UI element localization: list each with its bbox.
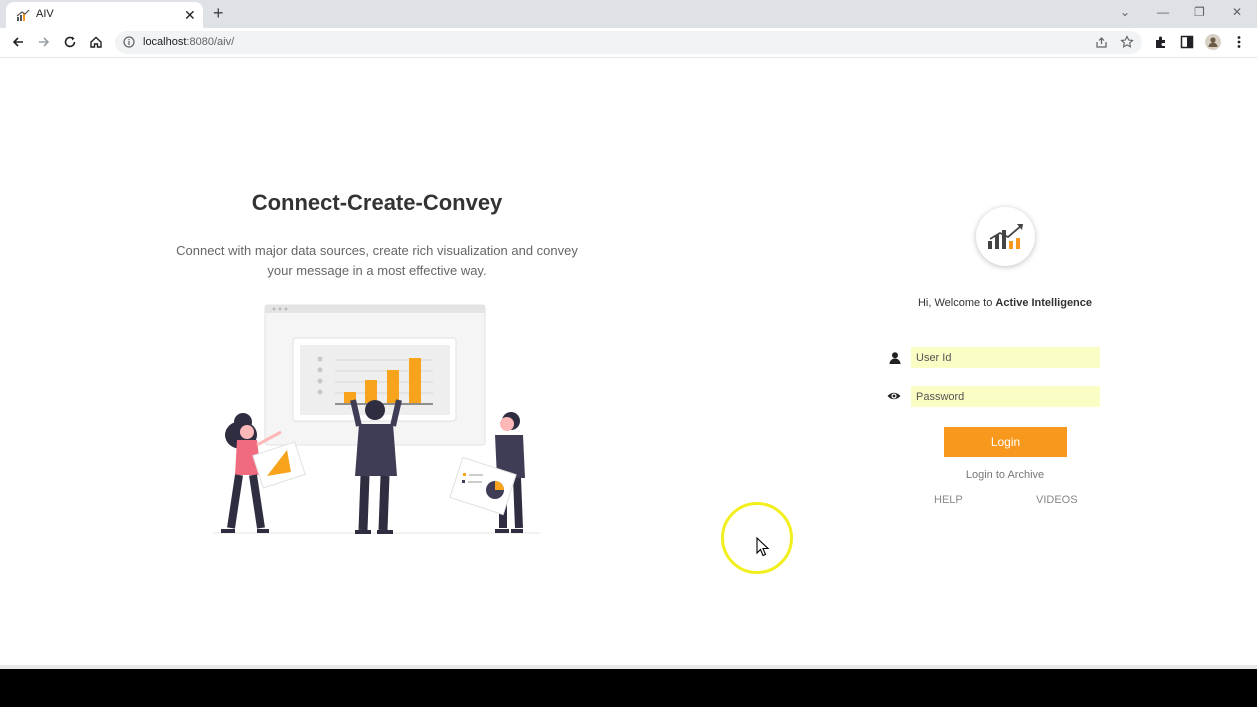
new-tab-button[interactable]: + xyxy=(213,4,224,22)
browser-toolbar: localhost:8080/aiv/ xyxy=(0,28,1257,58)
reload-icon[interactable] xyxy=(62,34,78,50)
help-link[interactable]: HELP xyxy=(934,494,963,506)
mouse-pointer-icon xyxy=(756,537,770,557)
user-id-input[interactable] xyxy=(911,347,1100,368)
login-to-archive-link[interactable]: Login to Archive xyxy=(930,469,1080,481)
team-dashboard-illustration xyxy=(213,304,540,534)
profile-avatar-icon[interactable] xyxy=(1205,34,1221,50)
page-bottom-edge xyxy=(0,665,1257,669)
info-icon[interactable] xyxy=(123,36,135,48)
close-window-button[interactable]: ✕ xyxy=(1232,5,1242,19)
side-panel-icon[interactable] xyxy=(1179,34,1195,50)
maximize-button[interactable]: ❐ xyxy=(1194,5,1205,19)
minimize-button[interactable]: — xyxy=(1157,5,1169,19)
home-icon[interactable] xyxy=(88,34,104,50)
url-text: localhost:8080/aiv/ xyxy=(143,36,234,48)
password-input[interactable] xyxy=(911,386,1100,407)
tab-search-icon[interactable]: ⌄ xyxy=(1120,5,1130,19)
page-title: Connect-Create-Convey xyxy=(251,190,503,215)
welcome-prefix: Hi, Welcome to xyxy=(917,297,996,309)
page-description: Connect with major data sources, create … xyxy=(176,243,578,278)
bookmark-star-icon[interactable] xyxy=(1120,35,1134,49)
tab-strip: AIV ✕ + ⌄ — ❐ ✕ xyxy=(0,0,1257,28)
tab-title: AIV xyxy=(36,8,54,20)
browser-window: AIV ✕ + ⌄ — ❐ ✕ localhost:8080/aiv/ Conn… xyxy=(0,0,1257,669)
tab-close-icon[interactable]: ✕ xyxy=(184,6,196,24)
address-bar[interactable]: localhost:8080/aiv/ xyxy=(115,31,1142,54)
url-path: :8080/aiv/ xyxy=(186,36,235,48)
eye-icon[interactable] xyxy=(887,389,901,403)
url-host: localhost xyxy=(143,36,187,48)
menu-kebab-icon[interactable] xyxy=(1231,34,1247,50)
videos-link[interactable]: VIDEOS xyxy=(1036,494,1078,506)
aiv-favicon-icon xyxy=(16,9,30,21)
share-icon[interactable] xyxy=(1095,36,1108,49)
extensions-icon[interactable] xyxy=(1153,34,1169,50)
brand-name: Active Intelligence xyxy=(995,297,1093,309)
aiv-logo xyxy=(976,207,1035,266)
user-icon xyxy=(889,352,901,364)
aiv-logo-icon xyxy=(988,224,1023,249)
back-icon[interactable] xyxy=(10,34,26,50)
welcome-message: Hi, Welcome to Active Intelligence xyxy=(880,297,1130,309)
login-button[interactable]: Login xyxy=(944,427,1067,457)
browser-tab[interactable]: AIV ✕ xyxy=(6,2,203,28)
forward-icon[interactable] xyxy=(36,34,52,50)
